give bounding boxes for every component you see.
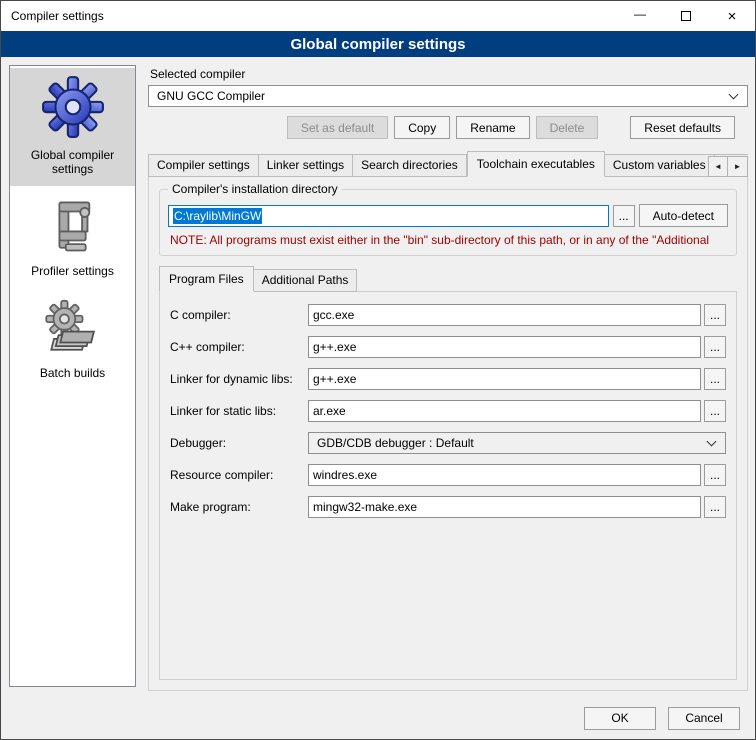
tab-toolchain-executables[interactable]: Toolchain executables: [467, 151, 605, 177]
chevron-down-icon: [729, 90, 739, 100]
subtabstrip: Program Files Additional Paths: [159, 266, 737, 292]
debugger-value: GDB/CDB debugger : Default: [317, 436, 708, 450]
profiler-tool-icon: [44, 196, 102, 256]
static-linker-value: ar.exe: [313, 404, 346, 418]
sidebar-item-label: Profiler settings: [31, 264, 114, 278]
gear-icon: [40, 74, 106, 140]
settings-tabbar: Compiler settings Linker settings Search…: [148, 151, 748, 177]
dialog-footer: OK Cancel: [1, 697, 755, 739]
tabstrip: Compiler settings Linker settings Search…: [148, 151, 748, 177]
maximize-button[interactable]: [663, 1, 709, 31]
cpp-compiler-label: C++ compiler:: [170, 340, 308, 354]
compiler-buttons-row: Set as default Copy Rename Delete Reset …: [148, 116, 748, 139]
field-row: Debugger: GDB/CDB debugger : Default: [170, 432, 726, 454]
cpp-compiler-input[interactable]: g++.exe: [308, 336, 701, 358]
tab-program-files[interactable]: Program Files: [159, 266, 254, 292]
compiler-settings-window: Compiler settings — × Global compiler se…: [0, 0, 756, 740]
installation-directory-input[interactable]: C:\raylib\MinGW: [168, 205, 609, 227]
resource-compiler-value: windres.exe: [313, 468, 377, 482]
dialog-header-title: Global compiler settings: [290, 36, 465, 53]
sidebar-item-label: Batch builds: [40, 366, 105, 380]
dynamic-linker-browse-button[interactable]: ...: [704, 368, 726, 390]
sidebar: Global compiler settings: [9, 65, 136, 687]
field-row: Linker for static libs: ar.exe ...: [170, 400, 726, 422]
close-button[interactable]: ×: [709, 1, 755, 31]
debugger-label: Debugger:: [170, 436, 308, 450]
batch-builds-icon: [44, 298, 102, 358]
dynamic-linker-input[interactable]: g++.exe: [308, 368, 701, 390]
tab-scroll-left-icon[interactable]: ◄: [708, 156, 728, 177]
installation-directory-group: Compiler's installation directory C:\ray…: [159, 189, 737, 256]
toolchain-executables-panel: Compiler's installation directory C:\ray…: [148, 176, 748, 691]
installation-directory-row: C:\raylib\MinGW ... Auto-detect: [168, 204, 728, 227]
resource-compiler-label: Resource compiler:: [170, 468, 308, 482]
selected-compiler-label: Selected compiler: [150, 67, 748, 81]
static-linker-label: Linker for static libs:: [170, 404, 308, 418]
tab-linker-settings[interactable]: Linker settings: [259, 154, 353, 177]
sidebar-item-global-compiler-settings[interactable]: Global compiler settings: [10, 68, 135, 186]
field-row: Make program: mingw32-make.exe ...: [170, 496, 726, 518]
c-compiler-input[interactable]: gcc.exe: [308, 304, 701, 326]
tab-scroll-buttons: ◄ ►: [708, 156, 748, 177]
make-program-input[interactable]: mingw32-make.exe: [308, 496, 701, 518]
c-compiler-value: gcc.exe: [313, 308, 354, 322]
program-files-panel: C compiler: gcc.exe ... C++ compiler: g+…: [159, 291, 737, 680]
sidebar-item-batch-builds[interactable]: Batch builds: [10, 292, 135, 390]
copy-button[interactable]: Copy: [394, 116, 450, 139]
close-icon: ×: [728, 8, 737, 25]
make-program-browse-button[interactable]: ...: [704, 496, 726, 518]
static-linker-browse-button[interactable]: ...: [704, 400, 726, 422]
minimize-icon: —: [634, 7, 646, 21]
sidebar-item-profiler-settings[interactable]: Profiler settings: [10, 190, 135, 288]
c-compiler-label: C compiler:: [170, 308, 308, 322]
tab-custom-variables[interactable]: Custom variables: [605, 154, 715, 177]
cpp-compiler-value: g++.exe: [313, 340, 356, 354]
c-compiler-browse-button[interactable]: ...: [704, 304, 726, 326]
field-row: Resource compiler: windres.exe ...: [170, 464, 726, 486]
dynamic-linker-label: Linker for dynamic libs:: [170, 372, 308, 386]
debugger-select[interactable]: GDB/CDB debugger : Default: [308, 432, 726, 454]
main-content: Selected compiler GNU GCC Compiler Set a…: [146, 61, 748, 697]
field-row: C compiler: gcc.exe ...: [170, 304, 726, 326]
selected-compiler-select[interactable]: GNU GCC Compiler: [148, 85, 748, 107]
window-title: Compiler settings: [1, 9, 617, 23]
delete-button: Delete: [536, 116, 599, 139]
installation-directory-value: C:\raylib\MinGW: [173, 208, 262, 224]
rename-button[interactable]: Rename: [456, 116, 529, 139]
program-files-tabbar: Program Files Additional Paths: [159, 266, 737, 292]
field-row: C++ compiler: g++.exe ...: [170, 336, 726, 358]
cpp-compiler-browse-button[interactable]: ...: [704, 336, 726, 358]
make-program-value: mingw32-make.exe: [313, 500, 417, 514]
tab-additional-paths[interactable]: Additional Paths: [254, 269, 358, 292]
window-controls: — ×: [617, 1, 755, 31]
installation-directory-note: NOTE: All programs must exist either in …: [170, 233, 726, 247]
minimize-button[interactable]: —: [617, 1, 663, 31]
dynamic-linker-value: g++.exe: [313, 372, 356, 386]
static-linker-input[interactable]: ar.exe: [308, 400, 701, 422]
resource-compiler-input[interactable]: windres.exe: [308, 464, 701, 486]
field-row: Linker for dynamic libs: g++.exe ...: [170, 368, 726, 390]
resource-compiler-browse-button[interactable]: ...: [704, 464, 726, 486]
auto-detect-button[interactable]: Auto-detect: [639, 204, 728, 227]
sidebar-item-label: Global compiler settings: [13, 148, 132, 176]
installation-directory-group-title: Compiler's installation directory: [168, 182, 342, 196]
reset-defaults-button[interactable]: Reset defaults: [630, 116, 735, 139]
installation-directory-browse-button[interactable]: ...: [613, 205, 635, 227]
chevron-down-icon: [707, 437, 717, 447]
make-program-label: Make program:: [170, 500, 308, 514]
set-as-default-button: Set as default: [287, 116, 388, 139]
tab-scroll-right-icon[interactable]: ►: [728, 156, 748, 177]
ok-button[interactable]: OK: [584, 707, 656, 730]
tab-search-directories[interactable]: Search directories: [353, 154, 467, 177]
cancel-button[interactable]: Cancel: [668, 707, 740, 730]
titlebar: Compiler settings — ×: [1, 1, 755, 31]
dialog-header: Global compiler settings: [1, 31, 755, 57]
selected-compiler-value: GNU GCC Compiler: [157, 89, 730, 103]
maximize-icon: [681, 11, 691, 21]
tab-compiler-settings[interactable]: Compiler settings: [148, 154, 259, 177]
